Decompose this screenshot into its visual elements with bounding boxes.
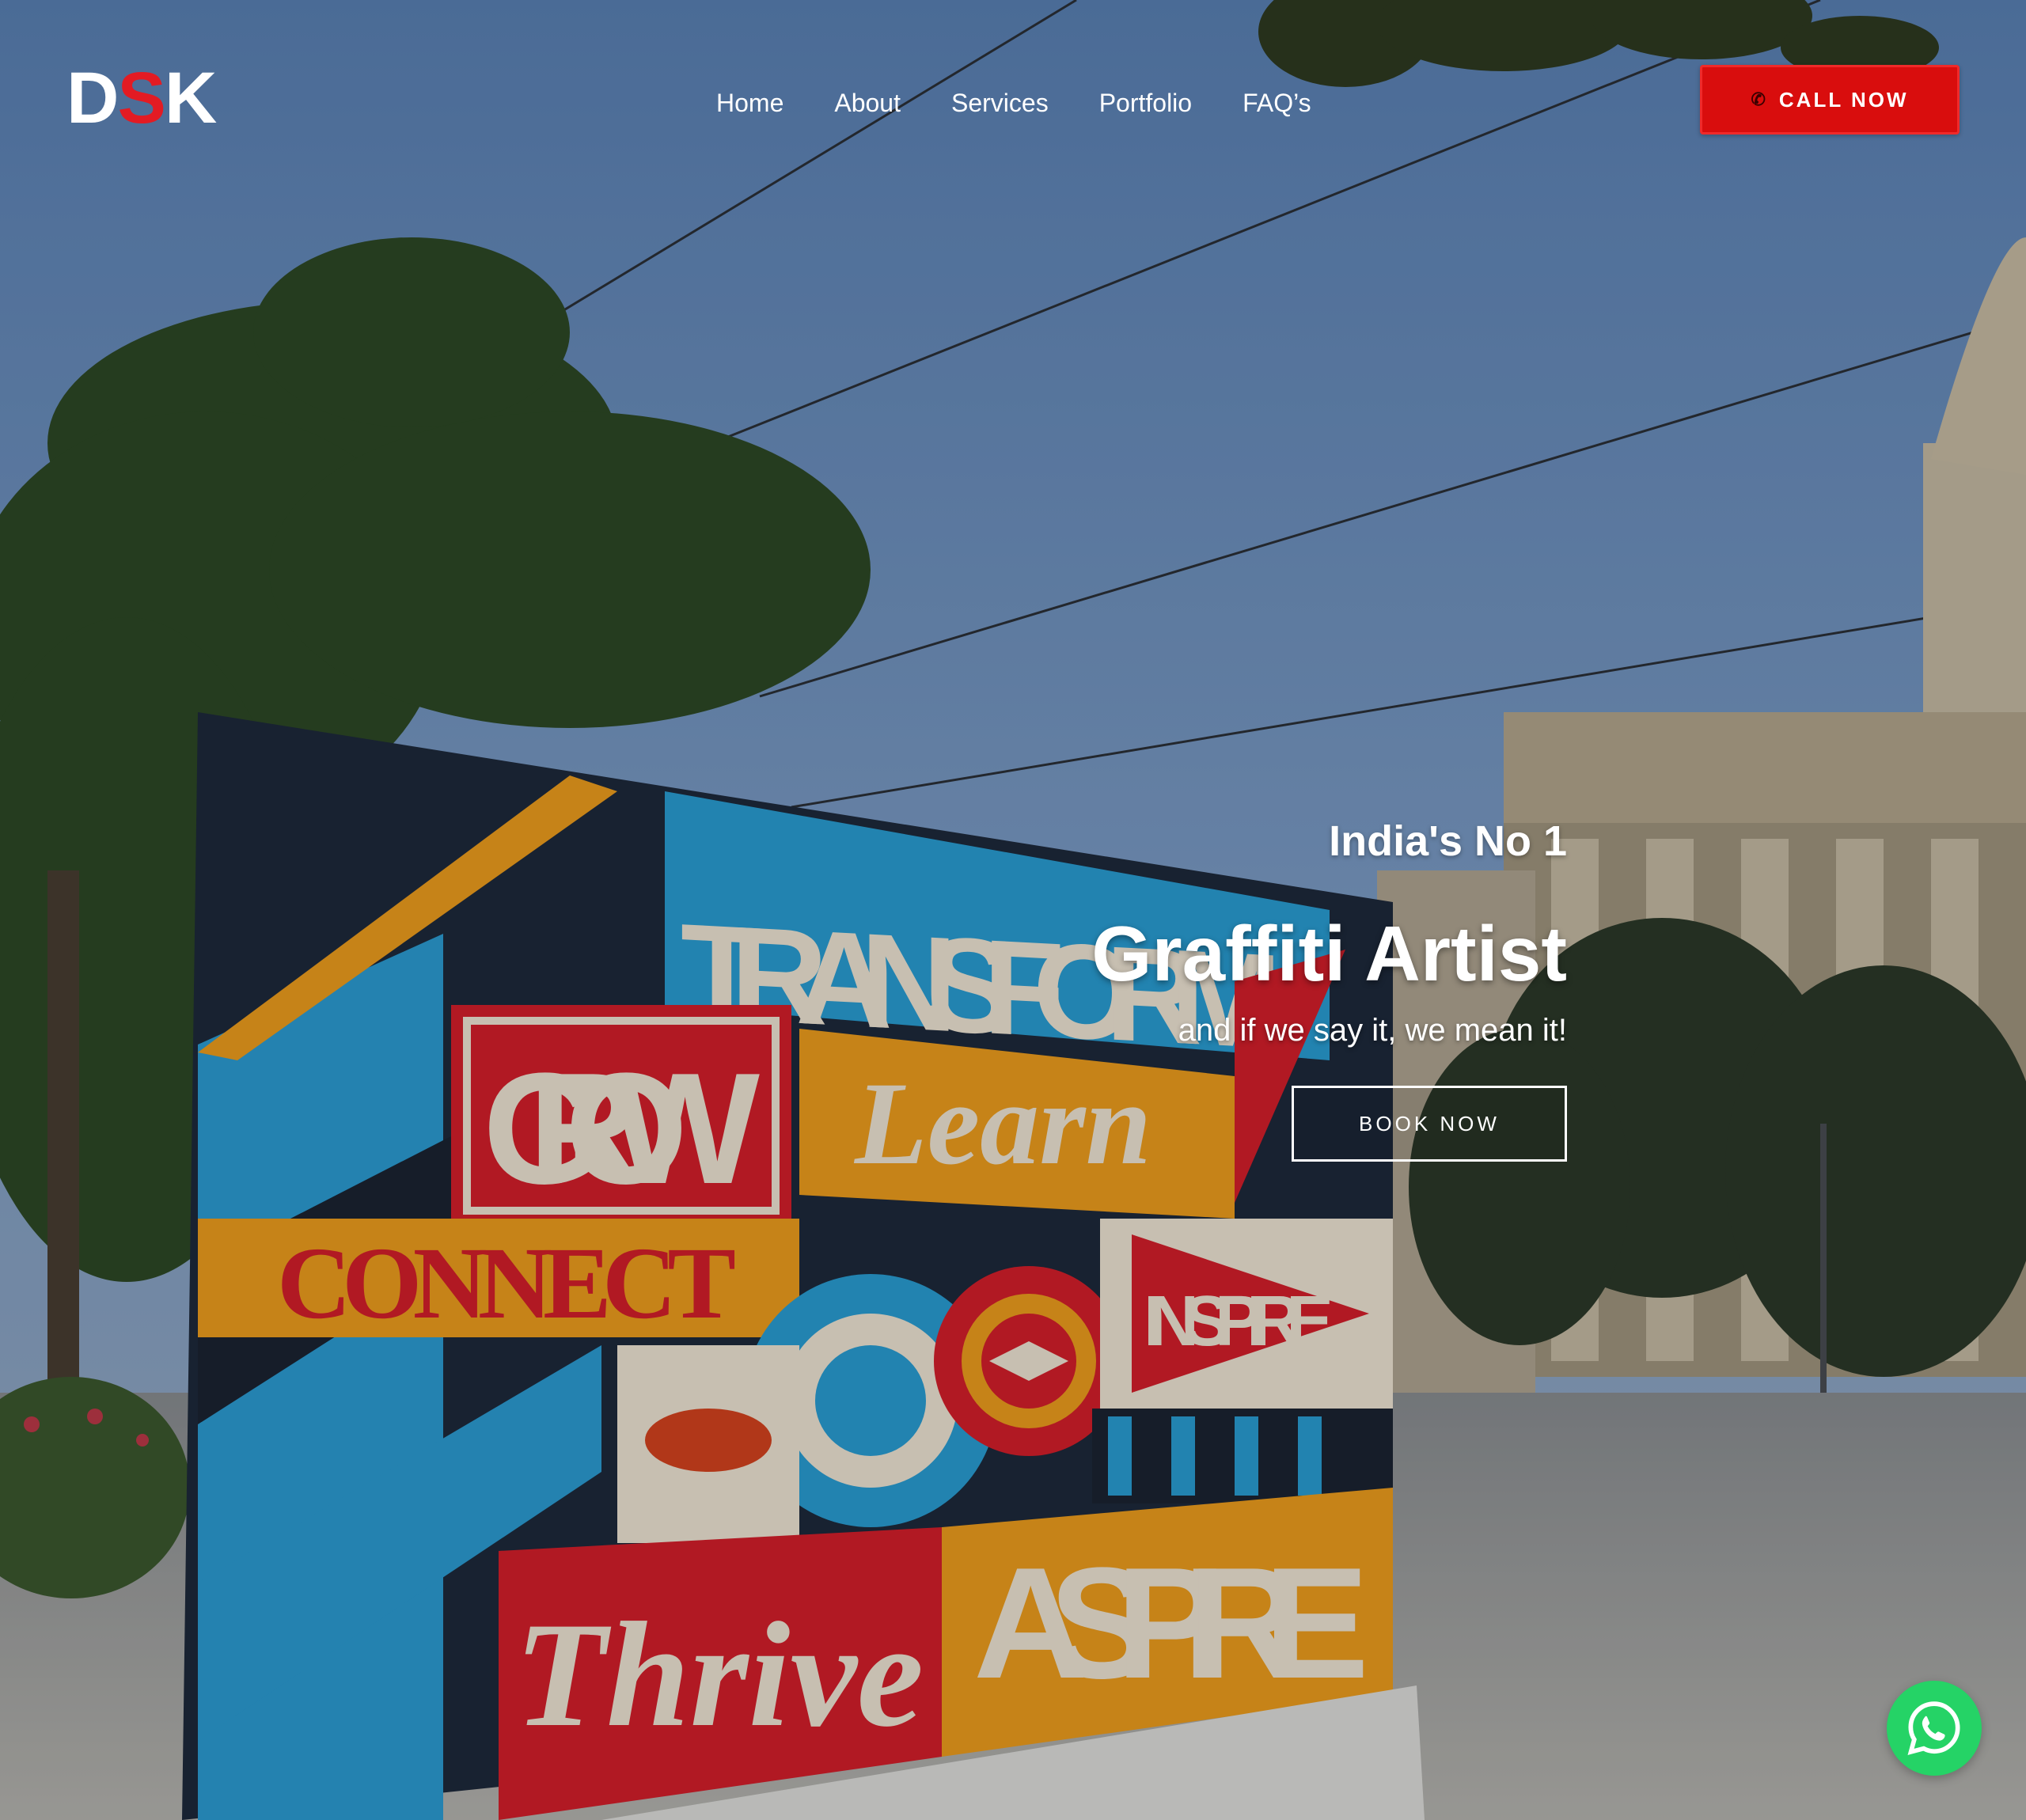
hero-background-image: TRANSFORM GROW Learn CONNECT INSPIRE Thr [0, 0, 2026, 1820]
call-now-label: CALL NOW [1778, 87, 1909, 112]
phone-icon: ✆ [1751, 89, 1768, 109]
hero-kicker: India's No 1 [1329, 817, 1567, 865]
hero-title: Graffiti Artist [1091, 910, 1567, 997]
nav-about[interactable]: About [834, 85, 901, 120]
hero-section: TRANSFORM GROW Learn CONNECT INSPIRE Thr [0, 0, 2026, 1820]
logo-letter-s: S [117, 58, 165, 138]
logo-letter-d: D [66, 58, 119, 138]
brand-logo[interactable]: DSK [66, 58, 217, 138]
nav-home[interactable]: Home [716, 85, 783, 120]
book-now-button[interactable]: BOOK NOW [1292, 1086, 1567, 1162]
nav-faqs[interactable]: FAQ’s [1243, 85, 1311, 120]
whatsapp-button[interactable] [1887, 1681, 1982, 1776]
call-now-button[interactable]: ✆ CALL NOW [1700, 65, 1960, 135]
nav-services[interactable]: Services [951, 85, 1049, 120]
logo-letter-k: K [164, 58, 217, 138]
hero-subtitle: and if we say it, we mean it! [1178, 1013, 1567, 1048]
book-now-label: BOOK NOW [1359, 1111, 1500, 1136]
main-nav: Home About Services Portfolio FAQ’s [716, 85, 1362, 120]
nav-portfolio[interactable]: Portfolio [1099, 85, 1192, 120]
whatsapp-icon [1907, 1701, 1960, 1755]
